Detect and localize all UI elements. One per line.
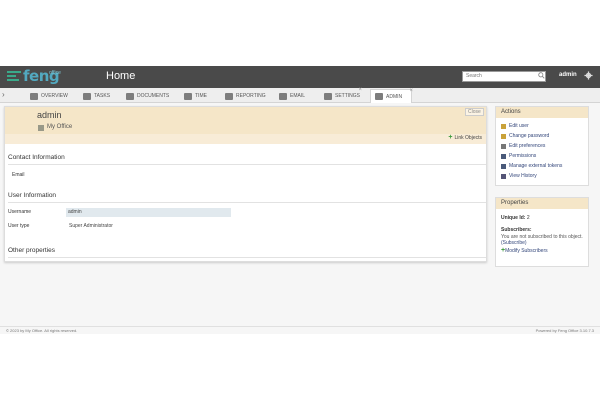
actions-panel: Actions Edit user Change password Edit p… <box>495 106 589 186</box>
documents-icon <box>126 92 134 100</box>
tab-label: TASKS <box>94 93 111 99</box>
edit-user-link[interactable]: Edit user <box>501 121 583 131</box>
reporting-icon <box>225 92 233 100</box>
manage-tokens-link[interactable]: Manage external tokens <box>501 161 583 171</box>
gear-icon[interactable] <box>584 71 593 80</box>
user-type-label: User type <box>8 223 30 229</box>
other-properties-title: Other properties <box>8 247 55 254</box>
action-label: Change password <box>509 133 550 139</box>
gear-icon <box>501 143 506 149</box>
feng-office-logo[interactable]: feng office <box>5 67 65 86</box>
user-menu[interactable]: admin <box>559 72 577 78</box>
page-title: Home <box>106 70 136 82</box>
divider <box>8 164 486 165</box>
subscription-status: You are not subscribed to this object. (… <box>496 234 588 246</box>
tab-label: SETTINGS <box>335 93 361 99</box>
view-history-link[interactable]: View History <box>501 171 583 181</box>
edit-preferences-link[interactable]: Edit preferences <box>501 141 583 151</box>
logo-subtext: office <box>49 70 61 76</box>
tab-reporting[interactable]: REPORTING <box>223 89 266 103</box>
tab-settings[interactable]: SETTINGS × <box>322 87 363 103</box>
tab-label: TIME <box>195 93 207 99</box>
tab-label: REPORTING <box>236 93 266 99</box>
subscribe-link[interactable]: (Subscribe) <box>501 240 527 246</box>
properties-title: Properties <box>496 198 588 209</box>
change-password-link[interactable]: Change password <box>501 131 583 141</box>
unique-id-label: Unique Id: <box>501 215 526 221</box>
lock-icon <box>501 153 506 159</box>
action-label: Permissions <box>509 153 537 159</box>
action-label: Manage external tokens <box>509 163 563 169</box>
plus-icon: + <box>448 134 453 141</box>
search-icon[interactable] <box>538 72 545 79</box>
properties-panel: Properties Unique Id: 2 Subscribers: You… <box>495 197 589 267</box>
action-label: Edit user <box>509 123 529 129</box>
email-label: Email <box>12 172 25 178</box>
unique-id-value: 2 <box>526 215 530 221</box>
divider <box>8 257 486 258</box>
footer: © 2023 by My Office. All rights reserved… <box>0 326 600 334</box>
pencil-icon <box>501 133 506 139</box>
tab-label: DOCUMENTS <box>137 93 170 99</box>
tab-admin[interactable]: ADMIN × <box>370 88 413 103</box>
divider <box>8 202 486 203</box>
powered-by-link[interactable]: Powered by Feng Office 3.10.7.3 <box>536 328 594 333</box>
user-info-section-title: User Information <box>8 192 57 199</box>
chevron-right-icon[interactable]: › <box>2 90 5 99</box>
user-type-value: Super Administrator <box>69 223 113 229</box>
subscribers-label: Subscribers: <box>496 227 588 233</box>
copyright-text: © 2023 by My Office. All rights reserved… <box>6 328 78 333</box>
tab-label: OVERVIEW <box>41 93 68 99</box>
admin-icon <box>375 93 383 100</box>
workspace-name[interactable]: My Office <box>47 124 72 130</box>
logo-bars-icon <box>7 71 21 83</box>
email-icon <box>279 92 287 100</box>
lock-icon <box>501 163 506 169</box>
actions-title: Actions <box>496 107 588 118</box>
modify-subscribers-link[interactable]: +Modify Subscribers <box>496 247 588 254</box>
close-tab-icon[interactable]: × <box>409 88 413 94</box>
gear-icon <box>324 92 332 100</box>
username-value: admin <box>66 208 231 217</box>
card-subheader: + Link Objects <box>5 134 486 144</box>
workspace-icon <box>38 125 44 131</box>
user-card: admin My Office Close + Link Objects Con… <box>4 106 487 262</box>
tab-tasks[interactable]: TASKS <box>81 89 110 103</box>
action-label: Edit preferences <box>509 143 546 149</box>
tab-time[interactable]: TIME <box>182 89 207 103</box>
time-icon <box>184 92 192 100</box>
modify-subscribers-label: Modify Subscribers <box>505 248 548 254</box>
tab-overview[interactable]: OVERVIEW <box>28 89 68 103</box>
link-objects-label: Link Objects <box>454 135 482 141</box>
tab-email[interactable]: EMAIL <box>277 89 305 103</box>
close-tab-icon[interactable]: × <box>359 87 363 93</box>
subscribers-heading: Subscribers: <box>501 227 532 233</box>
tab-bar: OVERVIEW TASKS DOCUMENTS TIME REPORTING … <box>0 87 600 103</box>
tab-label: EMAIL <box>290 93 306 99</box>
search-input[interactable]: Search <box>462 71 546 82</box>
app-frame: feng office Home Search admin OVERVIEW T… <box>0 66 600 334</box>
action-label: View History <box>509 173 537 179</box>
unique-id-row: Unique Id: 2 <box>496 215 588 221</box>
overview-icon <box>30 92 38 100</box>
top-bar: feng office Home Search admin <box>0 66 600 88</box>
tasks-icon <box>83 92 91 100</box>
close-button[interactable]: Close <box>465 108 484 116</box>
username-label: Username <box>8 209 32 215</box>
user-title: admin <box>37 110 62 120</box>
link-objects-button[interactable]: + Link Objects <box>448 134 482 141</box>
pencil-icon <box>501 123 506 129</box>
tab-label: ADMIN <box>386 93 403 100</box>
contact-section-title: Contact Information <box>8 154 65 161</box>
history-icon <box>501 173 506 179</box>
permissions-link[interactable]: Permissions <box>501 151 583 161</box>
tab-documents[interactable]: DOCUMENTS <box>124 89 169 103</box>
